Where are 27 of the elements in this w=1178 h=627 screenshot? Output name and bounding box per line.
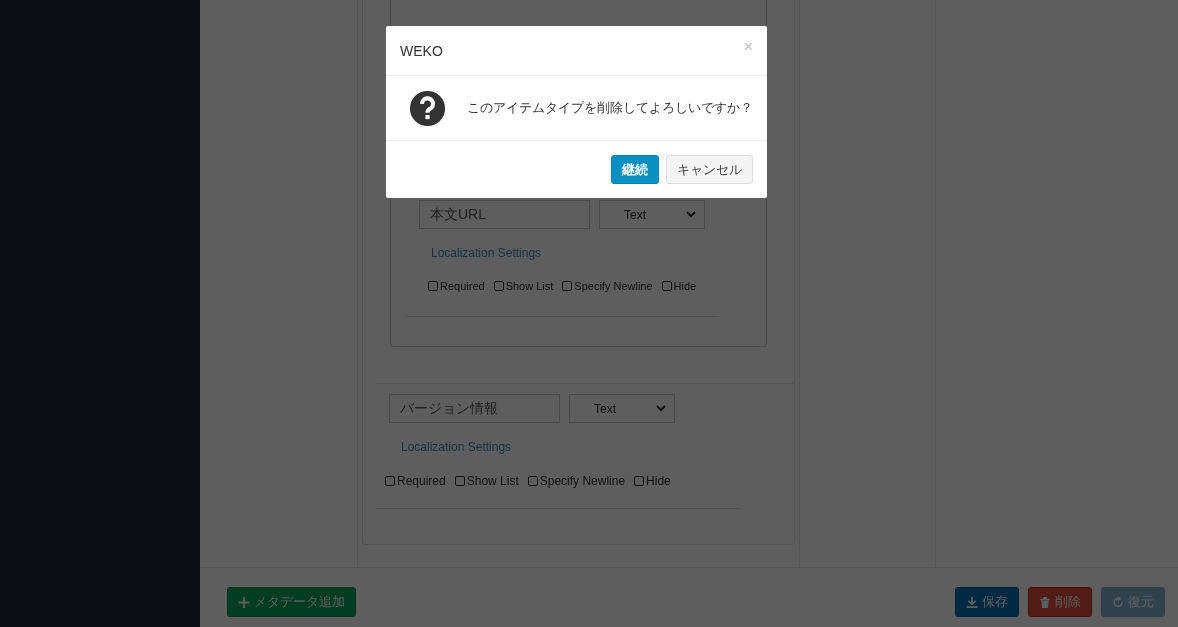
save-button[interactable]: 保存	[955, 587, 1019, 617]
dialog-message: このアイテムタイプを削除してよろしいですか？	[467, 99, 753, 117]
checkbox-option[interactable]: Hide	[661, 280, 697, 292]
delete-button[interactable]: 削除	[1028, 587, 1092, 617]
checkbox-option[interactable]: Hide	[634, 474, 671, 488]
checkbox-option[interactable]: Required	[385, 474, 446, 488]
trash-icon	[1039, 596, 1051, 608]
question-icon	[409, 89, 446, 127]
chevron-down-icon	[686, 211, 696, 218]
type-select[interactable]: Text	[569, 394, 675, 423]
close-button[interactable]: ×	[743, 38, 753, 56]
checkbox-option[interactable]: Show List	[454, 474, 519, 488]
chevron-down-icon	[656, 405, 666, 412]
localization-settings-link[interactable]: Localization Settings	[401, 440, 512, 454]
input-field[interactable]: 本文URL	[419, 200, 590, 229]
localization-settings-link[interactable]: Localization Settings	[431, 246, 542, 260]
plus-icon	[238, 596, 250, 608]
download-icon	[966, 596, 978, 608]
cancel-button[interactable]: キャンセル	[666, 155, 753, 184]
dialog-title: WEKO	[400, 42, 443, 59]
add-metadata-button[interactable]: メタデータ追加	[227, 587, 356, 617]
type-select[interactable]: Text	[599, 200, 705, 229]
checkbox-option[interactable]: Required	[428, 280, 485, 292]
checkbox-option[interactable]: Specify Newline	[562, 280, 653, 292]
continue-button[interactable]: 継続	[611, 155, 659, 184]
checkbox-option[interactable]: Specify Newline	[527, 474, 626, 488]
checkbox-option[interactable]: Show List	[493, 280, 554, 292]
